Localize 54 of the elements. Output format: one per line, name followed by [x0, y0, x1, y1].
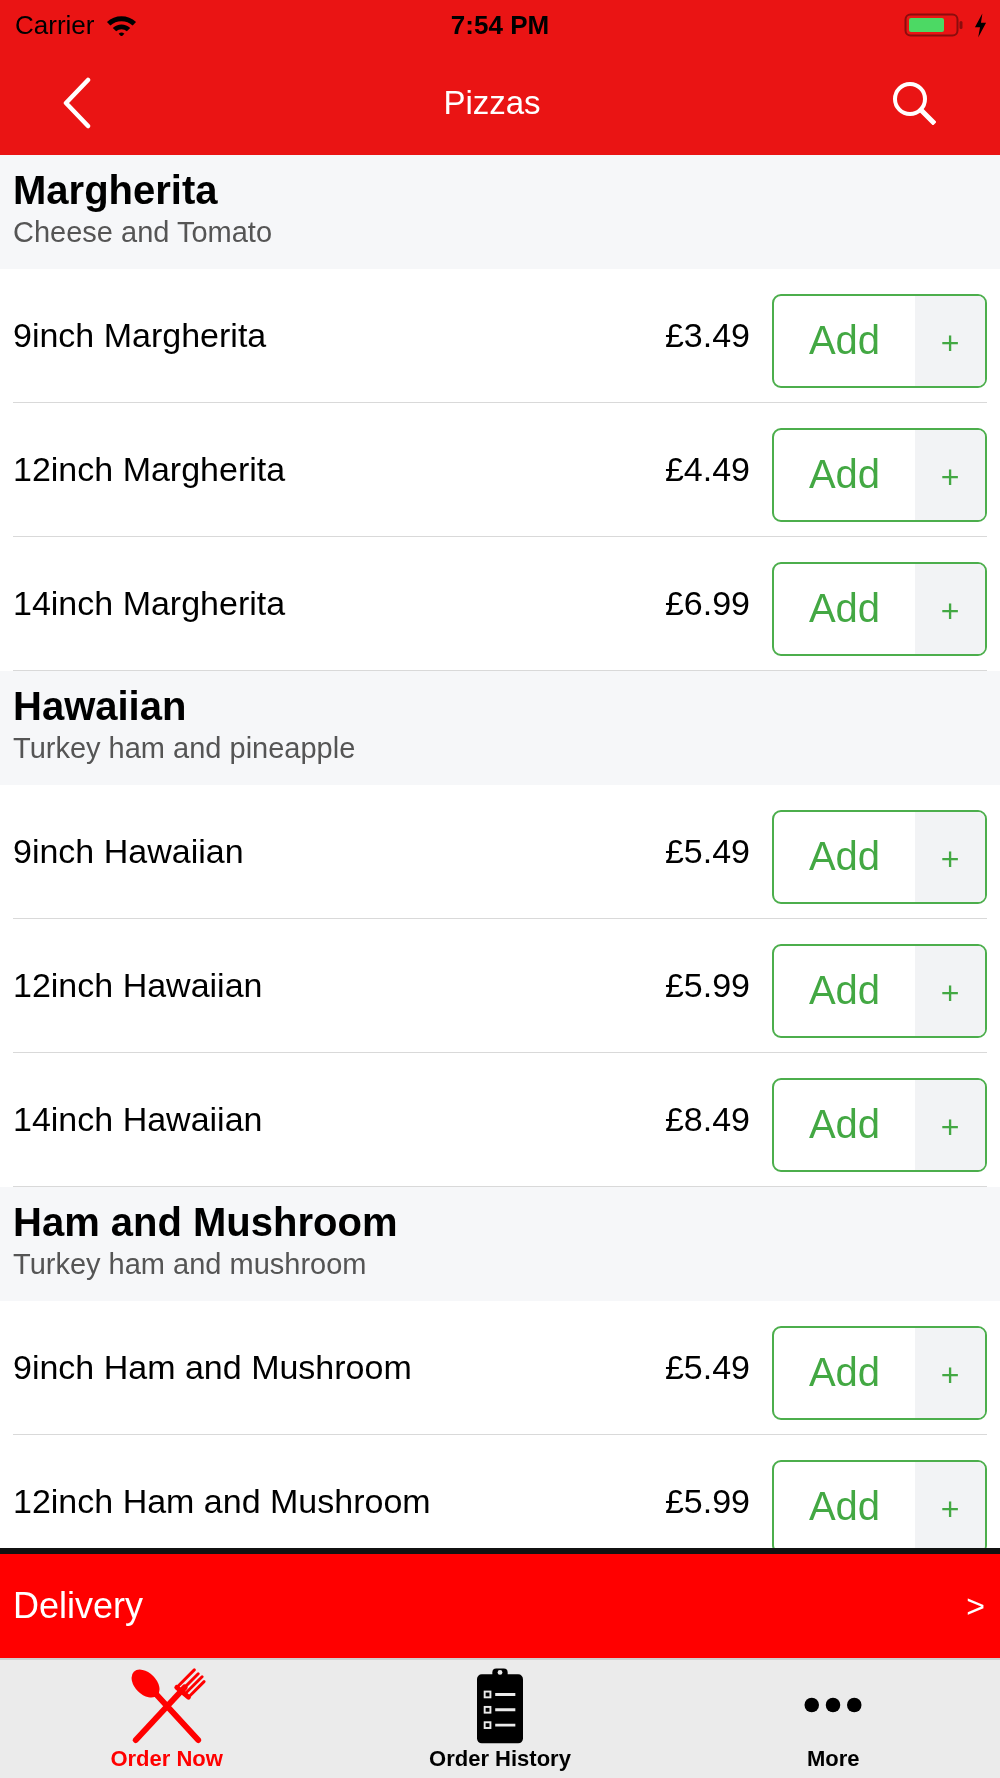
item-price: £5.49: [664, 1348, 750, 1387]
plus-sign: +: [915, 563, 985, 654]
item-name: 12inch Hawaiian: [13, 966, 264, 1005]
add-button[interactable]: Add +: [772, 1077, 987, 1172]
item-name: 9inch Hawaiian: [13, 832, 245, 871]
add-button[interactable]: Add +: [772, 943, 987, 1038]
item-price: £5.49: [664, 832, 750, 871]
item-name: 9inch Ham and Mushroom: [13, 1348, 413, 1387]
item-price: £4.49: [664, 450, 750, 489]
item-name: 12inch Ham and Mushroom: [13, 1482, 432, 1521]
battery-icon: [904, 13, 964, 37]
plus-sign: +: [915, 945, 985, 1036]
charging-icon: [974, 12, 987, 38]
item-price: £3.49: [664, 316, 750, 355]
tab-item[interactable]: Order History: [333, 1660, 667, 1778]
tab-item[interactable]: Order Now: [0, 1660, 334, 1778]
wifi-icon: [106, 14, 138, 36]
section-subtitle: Turkey ham and pineapple: [13, 731, 356, 766]
page-title: Pizzas: [443, 83, 541, 122]
tab-item[interactable]: More: [666, 1660, 1000, 1778]
plus-sign: +: [915, 295, 985, 386]
back-icon[interactable]: [62, 76, 92, 129]
search-icon[interactable]: [892, 80, 936, 125]
delivery-label: Delivery: [13, 1585, 144, 1627]
item-price: £5.99: [664, 966, 750, 1005]
next-arrow: >: [966, 1587, 985, 1625]
clipboard-icon: [477, 1666, 523, 1744]
section-title: Hawaiian: [13, 683, 187, 729]
add-button[interactable]: Add +: [772, 427, 987, 522]
item-price: £5.99: [664, 1482, 750, 1521]
section-subtitle: Turkey ham and mushroom: [13, 1247, 367, 1282]
section-title: Margherita: [13, 167, 218, 213]
section-subtitle: Cheese and Tomato: [13, 215, 273, 250]
delivery-bar[interactable]: Delivery >: [0, 1554, 1000, 1658]
more-dots-icon: [804, 1697, 863, 1713]
add-button[interactable]: Add +: [772, 561, 987, 656]
item-name: 12inch Margherita: [13, 450, 287, 489]
add-button[interactable]: Add +: [772, 1325, 987, 1420]
carrier-name: Carrier: [15, 9, 95, 41]
plus-sign: +: [915, 1079, 985, 1170]
item-price: £8.49: [664, 1100, 750, 1139]
add-button[interactable]: Add +: [772, 293, 987, 388]
add-button[interactable]: Add +: [772, 809, 987, 904]
section-title: Ham and Mushroom: [13, 1199, 398, 1245]
add-button[interactable]: Add +: [772, 1459, 987, 1548]
plus-sign: +: [915, 429, 985, 520]
status-time: 7:54 PM: [450, 9, 550, 41]
item-name: 14inch Margherita: [13, 584, 287, 623]
item-name: 9inch Margherita: [13, 316, 268, 355]
plus-sign: +: [915, 1461, 985, 1548]
item-price: £6.99: [664, 584, 750, 623]
plus-sign: +: [915, 1327, 985, 1418]
plus-sign: +: [915, 811, 985, 902]
item-name: 14inch Hawaiian: [13, 1100, 264, 1139]
